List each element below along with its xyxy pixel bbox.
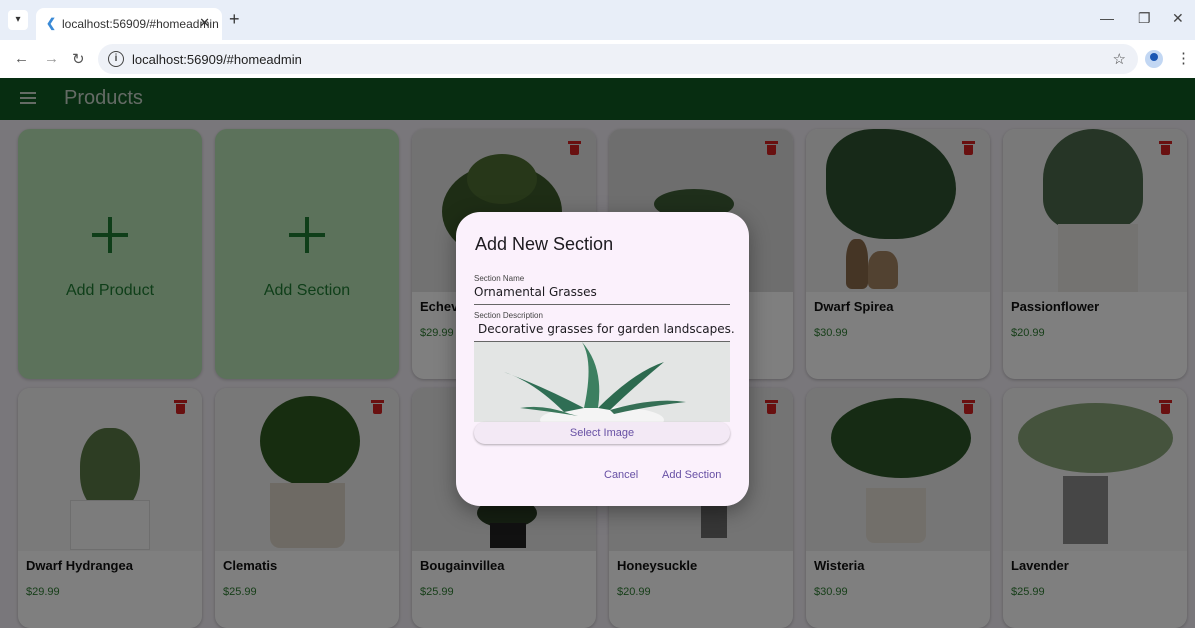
more-menu-icon[interactable]: ⋮ bbox=[1176, 49, 1191, 67]
new-tab-button[interactable]: + bbox=[229, 9, 240, 30]
profile-icon[interactable] bbox=[1145, 50, 1163, 68]
close-window-icon[interactable]: ✕ bbox=[1172, 10, 1184, 27]
selected-image-preview bbox=[474, 342, 730, 422]
section-description-label: Section Description bbox=[474, 311, 543, 320]
section-name-field[interactable]: Section Name Ornamental Grasses bbox=[474, 274, 730, 305]
section-name-value: Ornamental Grasses bbox=[474, 285, 597, 299]
url-text: localhost:56909/#homeadmin bbox=[132, 52, 302, 67]
cancel-button[interactable]: Cancel bbox=[604, 469, 638, 481]
browser-tab[interactable]: ❮ localhost:56909/#homeadmin ✕ bbox=[36, 8, 222, 40]
browser-tab-bar: ▾ ❮ localhost:56909/#homeadmin ✕ + — ❐ ✕ bbox=[0, 0, 1195, 40]
add-section-button[interactable]: Add Section bbox=[662, 469, 721, 481]
info-icon[interactable]: i bbox=[108, 51, 124, 67]
flutter-icon: ❮ bbox=[46, 16, 57, 30]
minimize-icon[interactable]: — bbox=[1100, 10, 1114, 26]
address-bar: ← → ↻ i localhost:56909/#homeadmin ☆ ⋮ bbox=[0, 40, 1195, 78]
forward-icon[interactable]: → bbox=[44, 50, 59, 67]
dialog-title: Add New Section bbox=[475, 234, 614, 254]
back-icon[interactable]: ← bbox=[14, 50, 29, 67]
reload-icon[interactable]: ↻ bbox=[72, 50, 85, 68]
section-description-field[interactable]: Section Description Decorative grasses f… bbox=[474, 311, 735, 342]
section-name-label: Section Name bbox=[474, 274, 525, 283]
tab-title: localhost:56909/#homeadmin bbox=[62, 17, 219, 31]
tab-search-button[interactable]: ▾ bbox=[8, 10, 28, 30]
bookmark-star-icon[interactable]: ☆ bbox=[1113, 50, 1126, 68]
select-image-button[interactable]: Select Image bbox=[474, 422, 730, 444]
section-description-value: Decorative grasses for garden landscapes… bbox=[478, 322, 735, 336]
restore-icon[interactable]: ❐ bbox=[1138, 10, 1151, 27]
aloe-plant-image bbox=[474, 342, 730, 422]
omnibox[interactable]: i localhost:56909/#homeadmin ☆ bbox=[98, 44, 1138, 74]
add-section-dialog: Add New Section Section Name Ornamental … bbox=[456, 212, 749, 506]
close-tab-icon[interactable]: ✕ bbox=[199, 15, 210, 31]
